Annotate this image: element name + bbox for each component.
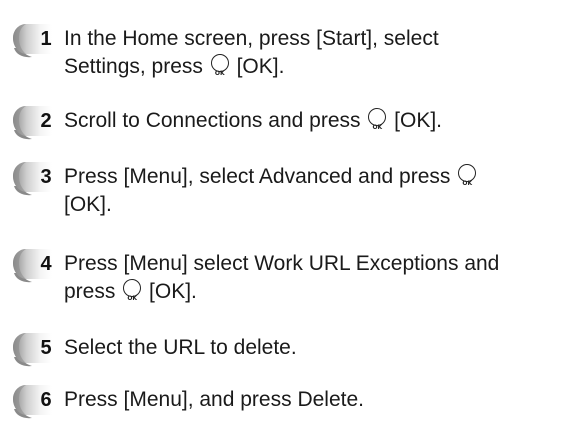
step-text-segment: press <box>64 280 122 303</box>
step-number: 1 <box>40 28 52 50</box>
step-text-segment: Select the URL to delete. <box>64 336 297 359</box>
step-number: 3 <box>40 166 52 188</box>
step-number-badge: 2 <box>10 104 52 140</box>
step-text-segment: Press [Menu], select Advanced and press <box>64 165 457 188</box>
ok-key-icon: OK <box>123 279 142 302</box>
step-text-segment: Press [Menu] select Work URL Exceptions … <box>64 252 500 275</box>
step-text-line: Press [Menu], select Advanced and press … <box>64 163 554 191</box>
step-text-segment: Press [Menu], and press Delete. <box>64 388 364 411</box>
step-text-line: Settings, press OK [OK]. <box>64 53 554 81</box>
step-number-badge: 1 <box>10 22 52 58</box>
step-number: 5 <box>40 337 52 359</box>
step-text-line: Select the URL to delete. <box>64 334 554 362</box>
step-text-segment: [OK]. <box>64 193 112 216</box>
step-text-line: Press [Menu] select Work URL Exceptions … <box>64 250 554 278</box>
step-text-line: [OK]. <box>64 191 554 219</box>
step-text-segment: Settings, press <box>64 55 209 78</box>
step-number-badge: 5 <box>10 331 52 367</box>
step-text-segment: In the Home screen, press [Start], selec… <box>64 27 439 50</box>
step-text: Press [Menu], select Advanced and press … <box>64 163 554 219</box>
step-text-segment: [OK]. <box>388 109 443 132</box>
step-text: In the Home screen, press [Start], selec… <box>64 25 554 81</box>
step-number-badge: 3 <box>10 160 52 196</box>
step-text: Select the URL to delete. <box>64 334 554 362</box>
step-number-badge: 4 <box>10 247 52 283</box>
step-text-line: press OK [OK]. <box>64 278 554 306</box>
step-text-segment: [OK]. <box>230 55 285 78</box>
step-text-segment: [OK]. <box>143 280 197 303</box>
step-number-badge: 6 <box>10 383 52 419</box>
step-text: Press [Menu], and press Delete. <box>64 386 554 414</box>
step-number: 6 <box>40 389 52 411</box>
step-text-line: Scroll to Connections and press OK [OK]. <box>64 107 554 135</box>
step-text-line: Press [Menu], and press Delete. <box>64 386 554 414</box>
ok-key-icon: OK <box>368 108 387 131</box>
step-number: 4 <box>40 253 52 275</box>
step-text-line: In the Home screen, press [Start], selec… <box>64 25 554 53</box>
ok-key-icon: OK <box>210 54 229 77</box>
step-text-segment: Scroll to Connections and press <box>64 109 367 132</box>
ok-key-icon: OK <box>458 164 477 187</box>
step-number: 2 <box>40 110 52 132</box>
step-text: Press [Menu] select Work URL Exceptions … <box>64 250 554 306</box>
step-text: Scroll to Connections and press OK [OK]. <box>64 107 554 135</box>
